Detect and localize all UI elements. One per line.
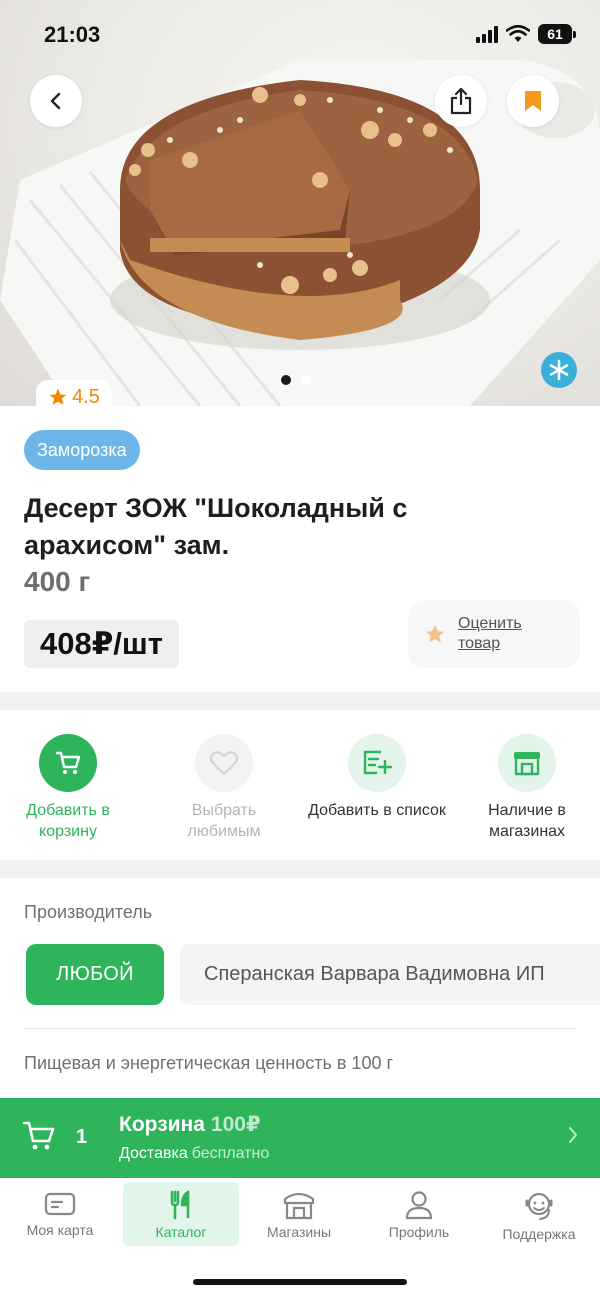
star-icon bbox=[49, 388, 67, 405]
divider bbox=[24, 1028, 576, 1029]
chevron-left-icon bbox=[50, 92, 61, 110]
carousel-dot[interactable] bbox=[301, 375, 311, 385]
product-weight: 400 г bbox=[24, 566, 91, 597]
cart-bar[interactable]: 1 Корзина 100₽ Доставка бесплатно bbox=[0, 1098, 600, 1178]
manufacturer-heading: Производитель bbox=[24, 902, 153, 922]
product-title: Десерт ЗОЖ "Шоколадный с арахисом" зам. bbox=[24, 493, 408, 560]
cart-icon bbox=[55, 751, 81, 774]
add-to-list-label: Добавить в список bbox=[308, 802, 446, 819]
cart-icon bbox=[22, 1121, 55, 1150]
tab-label: Поддержка bbox=[502, 1226, 576, 1242]
delivery-value: бесплатно bbox=[191, 1145, 270, 1162]
tab-my-card[interactable]: Моя карта bbox=[2, 1182, 118, 1246]
heart-icon bbox=[209, 751, 239, 776]
bookmark-button[interactable] bbox=[507, 75, 559, 127]
category-chip[interactable]: Заморозка bbox=[24, 430, 140, 470]
favorite-label: Выбрать любимым bbox=[187, 802, 261, 840]
add-to-cart-action[interactable]: Добавить в корзину bbox=[0, 734, 138, 842]
manufacturer-any-button[interactable]: ЛЮБОЙ bbox=[26, 944, 164, 1005]
tab-stores[interactable]: Магазины bbox=[241, 1182, 357, 1246]
cart-title: Корзина bbox=[119, 1113, 205, 1136]
status-bar: 21:03 61 bbox=[0, 0, 600, 70]
tab-catalog[interactable]: Каталог bbox=[123, 1182, 239, 1246]
battery-indicator: 61 bbox=[538, 24, 576, 44]
product-price: 408₽/шт bbox=[24, 620, 179, 668]
favorite-action[interactable]: Выбрать любимым bbox=[154, 734, 294, 842]
tab-profile[interactable]: Профиль bbox=[361, 1182, 477, 1246]
cart-count: 1 bbox=[76, 1126, 88, 1148]
store-availability-button[interactable] bbox=[498, 734, 556, 792]
list-add-icon bbox=[363, 750, 393, 775]
store-icon bbox=[283, 1192, 315, 1220]
share-icon bbox=[450, 87, 472, 115]
store-availability-action[interactable]: Наличие в магазинах bbox=[457, 734, 597, 842]
profile-icon bbox=[405, 1191, 433, 1220]
tab-support[interactable]: Поддержка bbox=[481, 1182, 597, 1246]
rate-product-button[interactable]: Оценить товар bbox=[408, 600, 580, 668]
status-time: 21:03 bbox=[44, 22, 101, 47]
snowflake-icon bbox=[549, 359, 569, 381]
signal-icon bbox=[476, 25, 498, 43]
bottom-tab-bar: Моя карта Каталог Магазины Профиль Подде… bbox=[0, 1178, 600, 1297]
catalog-icon bbox=[170, 1190, 190, 1220]
star-outline-icon bbox=[425, 624, 445, 643]
manufacturer-chip[interactable]: Сперанская Варвара Вадимовна ИП bbox=[180, 944, 600, 1005]
tab-label: Каталог bbox=[155, 1224, 207, 1240]
rating-value: 4.5 bbox=[72, 385, 100, 408]
store-icon bbox=[514, 752, 540, 776]
chevron-right-icon bbox=[569, 1127, 577, 1143]
carousel-dots[interactable] bbox=[281, 375, 311, 385]
wifi-icon bbox=[506, 25, 530, 42]
card-icon bbox=[44, 1192, 76, 1216]
add-to-cart-label: Добавить в корзину bbox=[26, 802, 110, 840]
bookmark-icon bbox=[525, 91, 541, 111]
tab-label: Моя карта bbox=[26, 1222, 94, 1238]
add-to-list-action[interactable]: Добавить в список bbox=[307, 734, 447, 821]
carousel-dot[interactable] bbox=[281, 375, 291, 385]
tab-label: Магазины bbox=[266, 1224, 332, 1240]
delivery-label: Доставка bbox=[119, 1145, 188, 1162]
support-icon bbox=[525, 1192, 553, 1220]
favorite-button[interactable] bbox=[195, 734, 253, 792]
product-image-carousel[interactable]: 21:03 61 bbox=[0, 0, 600, 406]
rate-product-label[interactable]: Оценить товар bbox=[458, 614, 548, 654]
tab-label: Профиль bbox=[388, 1224, 450, 1240]
nutrition-heading: Пищевая и энергетическая ценность в 100 … bbox=[24, 1053, 394, 1073]
store-availability-label: Наличие в магазинах bbox=[488, 802, 566, 840]
product-actions: Добавить в корзину Выбрать любимым Добав… bbox=[0, 710, 600, 860]
add-to-cart-button[interactable] bbox=[39, 734, 97, 792]
frozen-badge bbox=[541, 352, 577, 388]
rating-badge: 4.5 bbox=[36, 380, 112, 414]
add-to-list-button[interactable] bbox=[348, 734, 406, 792]
back-button[interactable] bbox=[30, 75, 82, 127]
home-indicator[interactable] bbox=[193, 1279, 407, 1285]
cart-sum: 100₽ bbox=[210, 1113, 261, 1136]
share-button[interactable] bbox=[435, 75, 487, 127]
